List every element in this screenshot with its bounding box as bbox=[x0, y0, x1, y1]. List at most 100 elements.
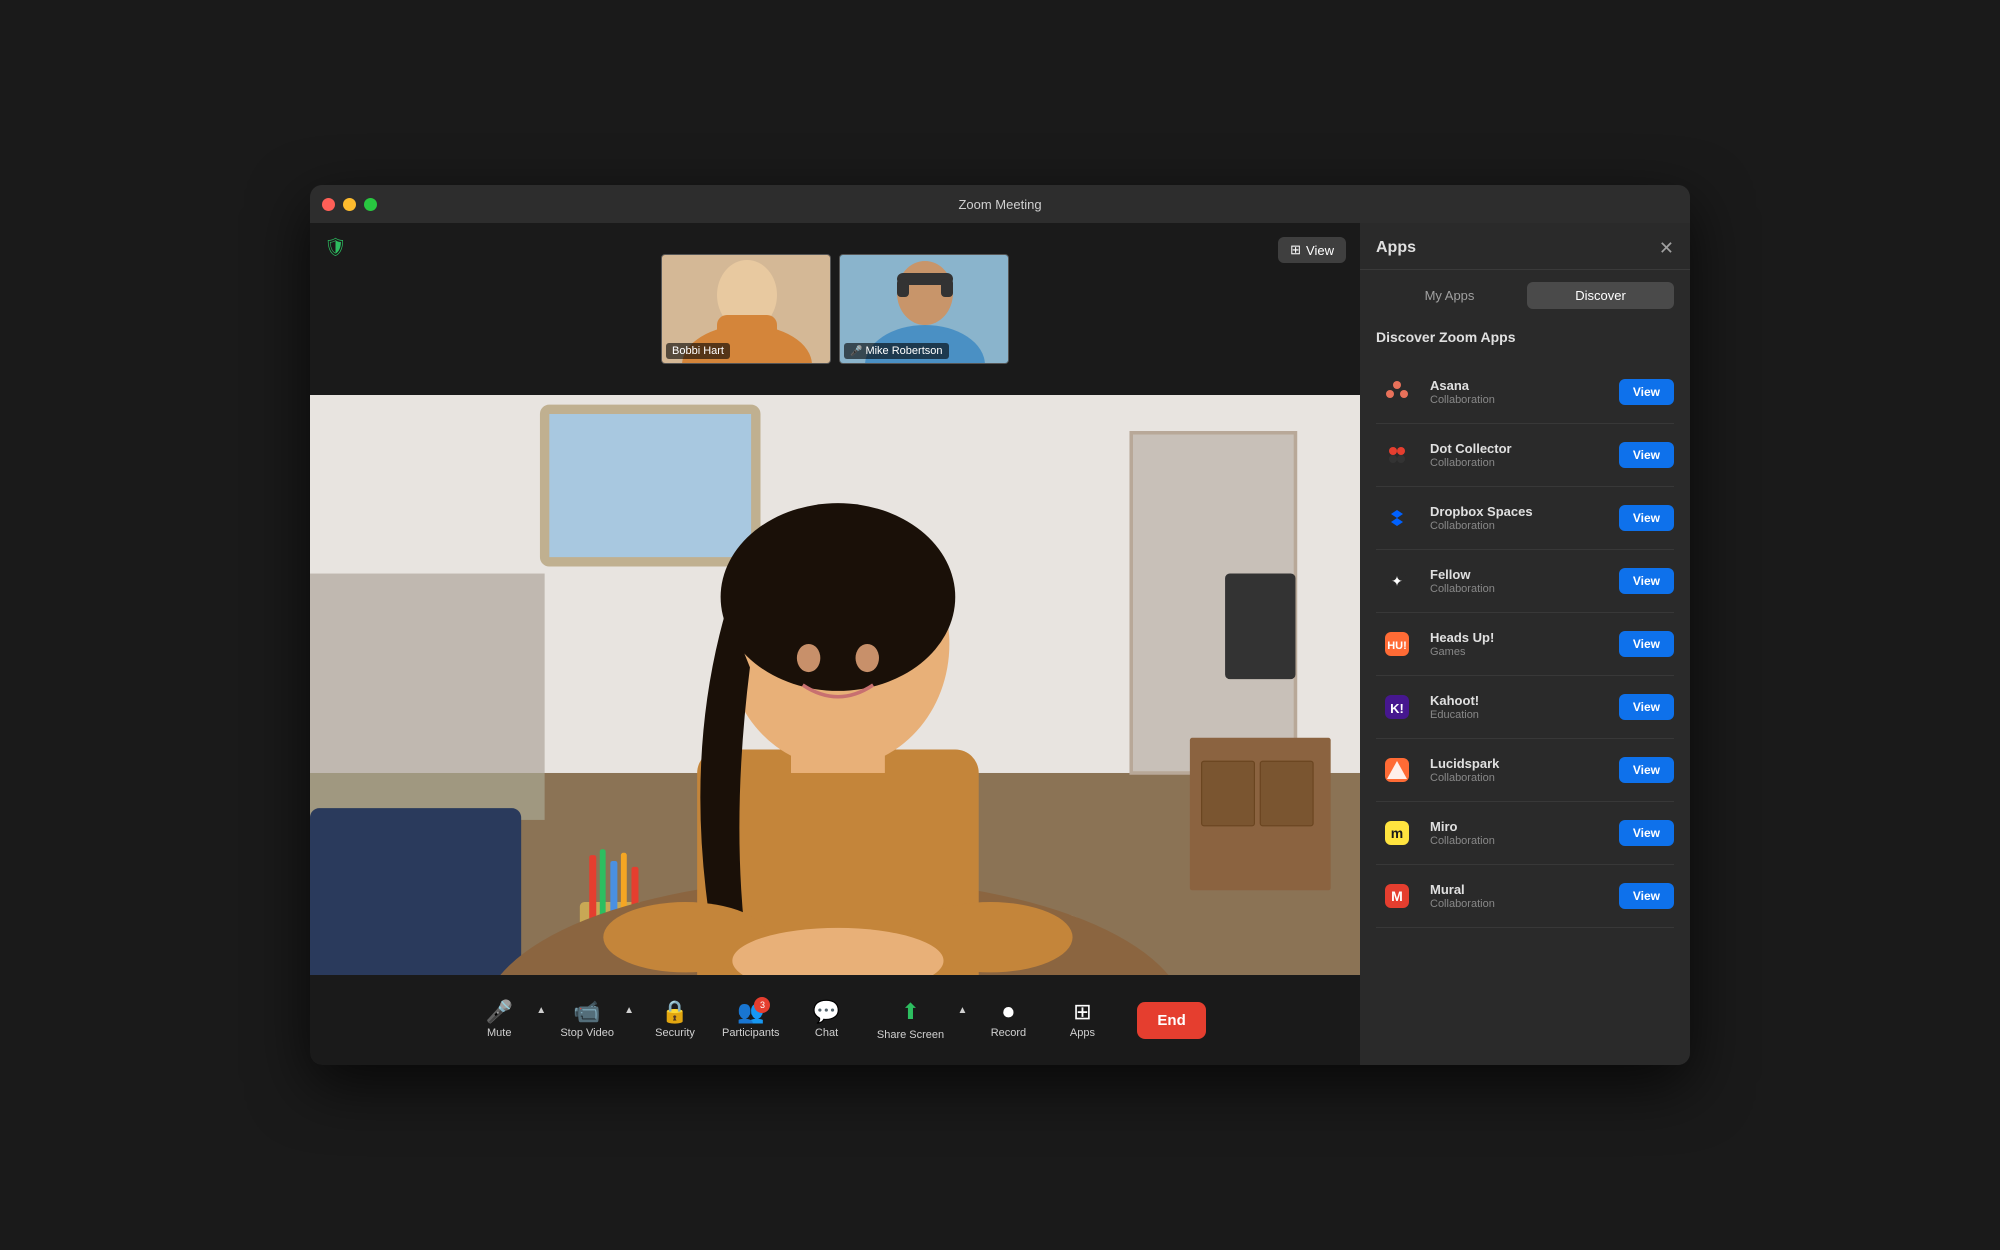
record-button[interactable]: ⏺ Record bbox=[973, 985, 1043, 1055]
app-icon-dropbox bbox=[1376, 497, 1418, 539]
participants-icon: 👥3 bbox=[737, 1001, 764, 1023]
mute-button[interactable]: 🎤 Mute bbox=[464, 985, 534, 1055]
view-app-button-mural[interactable]: View bbox=[1619, 883, 1674, 909]
camera-icon: 📹 bbox=[573, 1001, 600, 1023]
app-category: Collaboration bbox=[1430, 394, 1607, 406]
record-label: Record bbox=[991, 1027, 1026, 1039]
app-category: Collaboration bbox=[1430, 772, 1607, 784]
apps-panel-title: Apps bbox=[1376, 239, 1416, 257]
thumbnail-2[interactable]: 🎤 Mike Robertson bbox=[839, 254, 1009, 364]
app-icon-dot bbox=[1376, 434, 1418, 476]
app-category: Collaboration bbox=[1430, 835, 1607, 847]
app-name: Lucidspark bbox=[1430, 756, 1607, 771]
app-info: Fellow Collaboration bbox=[1430, 567, 1607, 595]
mute-group: 🎤 Mute ▲ bbox=[464, 985, 548, 1055]
tab-my-apps[interactable]: My Apps bbox=[1376, 282, 1523, 309]
view-app-button-kahoot[interactable]: View bbox=[1619, 694, 1674, 720]
view-app-button-headsup[interactable]: View bbox=[1619, 631, 1674, 657]
mute-label: Mute bbox=[487, 1027, 511, 1039]
app-category: Collaboration bbox=[1430, 520, 1607, 532]
fullscreen-traffic-light[interactable] bbox=[364, 198, 377, 211]
app-item: ✦ Fellow Collaboration View bbox=[1376, 550, 1674, 613]
app-item: Dot Collector Collaboration View bbox=[1376, 424, 1674, 487]
app-name: Heads Up! bbox=[1430, 630, 1607, 645]
view-app-button-asana[interactable]: View bbox=[1619, 379, 1674, 405]
app-name: Mural bbox=[1430, 882, 1607, 897]
app-info: Dot Collector Collaboration bbox=[1430, 441, 1607, 469]
app-icon-miro: m bbox=[1376, 812, 1418, 854]
view-app-button-miro[interactable]: View bbox=[1619, 820, 1674, 846]
view-label: View bbox=[1306, 243, 1334, 258]
stop-video-button[interactable]: 📹 Stop Video bbox=[552, 985, 622, 1055]
participants-count-badge: 3 bbox=[754, 997, 770, 1013]
discover-section: Discover Zoom Apps bbox=[1360, 317, 1690, 361]
titlebar: Zoom Meeting bbox=[310, 185, 1690, 223]
app-info: Mural Collaboration bbox=[1430, 882, 1607, 910]
app-category: Collaboration bbox=[1430, 898, 1607, 910]
share-screen-arrow-button[interactable]: ▲ bbox=[956, 1001, 970, 1020]
share-screen-icon: ⬆ bbox=[901, 999, 919, 1025]
participant-1-name: Bobbi Hart bbox=[672, 345, 724, 357]
app-info: Dropbox Spaces Collaboration bbox=[1430, 504, 1607, 532]
apps-label: Apps bbox=[1070, 1027, 1095, 1039]
thumbnail-1-label: Bobbi Hart bbox=[666, 343, 730, 359]
share-screen-group: ⬆ Share Screen ▲ bbox=[866, 985, 970, 1055]
share-screen-button[interactable]: ⬆ Share Screen bbox=[866, 985, 956, 1055]
app-item: m Miro Collaboration View bbox=[1376, 802, 1674, 865]
app-icon-lucidspark bbox=[1376, 749, 1418, 791]
apps-tabs: My Apps Discover bbox=[1360, 270, 1690, 317]
close-traffic-light[interactable] bbox=[322, 198, 335, 211]
minimize-traffic-light[interactable] bbox=[343, 198, 356, 211]
window-title: Zoom Meeting bbox=[958, 197, 1041, 212]
app-item: Asana Collaboration View bbox=[1376, 361, 1674, 424]
discover-title: Discover Zoom Apps bbox=[1376, 329, 1674, 345]
chat-icon: 💬 bbox=[813, 1001, 840, 1023]
thumbnails-container: Bobbi Hart bbox=[661, 254, 1009, 364]
shield-icon: 🛡 bbox=[324, 237, 347, 258]
view-button[interactable]: ⊞ View bbox=[1278, 237, 1346, 263]
app-name: Dropbox Spaces bbox=[1430, 504, 1607, 519]
app-icon-headsup: HU! bbox=[1376, 623, 1418, 665]
app-icon-fellow: ✦ bbox=[1376, 560, 1418, 602]
view-app-button-lucidspark[interactable]: View bbox=[1619, 757, 1674, 783]
end-button[interactable]: End bbox=[1137, 1002, 1205, 1039]
microphone-icon: 🎤 bbox=[486, 1001, 513, 1023]
apps-button[interactable]: ⊞ Apps bbox=[1047, 985, 1117, 1055]
participants-button[interactable]: 👥3 Participants bbox=[714, 985, 787, 1055]
security-label: Security bbox=[655, 1027, 695, 1039]
apps-panel-close-button[interactable]: ✕ bbox=[1659, 239, 1674, 257]
view-app-button-dropbox[interactable]: View bbox=[1619, 505, 1674, 531]
security-button[interactable]: 🔒 Security bbox=[640, 985, 710, 1055]
stop-video-label: Stop Video bbox=[560, 1027, 614, 1039]
participants-label: Participants bbox=[722, 1027, 779, 1039]
chat-button[interactable]: 💬 Chat bbox=[792, 985, 862, 1055]
mute-arrow-button[interactable]: ▲ bbox=[534, 1001, 548, 1020]
main-video bbox=[310, 395, 1360, 975]
app-name: Dot Collector bbox=[1430, 441, 1607, 456]
participant-2-name: Mike Robertson bbox=[865, 345, 942, 357]
mic-icon: 🎤 bbox=[850, 346, 862, 357]
svg-text:m: m bbox=[1391, 825, 1403, 841]
apps-panel-header: Apps ✕ bbox=[1360, 223, 1690, 270]
app-category: Education bbox=[1430, 709, 1607, 721]
stop-video-arrow-button[interactable]: ▲ bbox=[622, 1001, 636, 1020]
app-icon-mural: M bbox=[1376, 875, 1418, 917]
app-category: Collaboration bbox=[1430, 457, 1607, 469]
app-name: Kahoot! bbox=[1430, 693, 1607, 708]
main-content: 🛡 Bobbi Hart bbox=[310, 223, 1690, 1065]
tab-discover[interactable]: Discover bbox=[1527, 282, 1674, 309]
security-icon: 🔒 bbox=[661, 1001, 688, 1023]
video-topbar: 🛡 Bobbi Hart bbox=[310, 223, 1360, 395]
app-item: Dropbox Spaces Collaboration View bbox=[1376, 487, 1674, 550]
traffic-lights bbox=[322, 198, 377, 211]
view-app-button-dot[interactable]: View bbox=[1619, 442, 1674, 468]
app-info: Heads Up! Games bbox=[1430, 630, 1607, 658]
app-item: K! Kahoot! Education View bbox=[1376, 676, 1674, 739]
app-icon-asana bbox=[1376, 371, 1418, 413]
svg-text:HU!: HU! bbox=[1387, 640, 1407, 652]
main-video-svg bbox=[310, 395, 1360, 975]
app-item: HU! Heads Up! Games View bbox=[1376, 613, 1674, 676]
view-app-button-fellow[interactable]: View bbox=[1619, 568, 1674, 594]
toolbar: 🎤 Mute ▲ 📹 Stop Video ▲ 🔒 Security bbox=[310, 975, 1360, 1065]
thumbnail-1[interactable]: Bobbi Hart bbox=[661, 254, 831, 364]
